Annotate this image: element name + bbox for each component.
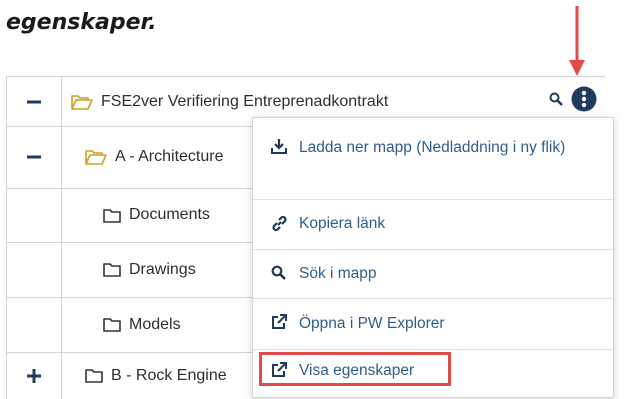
search-icon: [271, 265, 286, 285]
row-control-empty: [7, 242, 62, 297]
menu-item-copy-link[interactable]: Kopiera länk: [253, 199, 613, 250]
collapse-button[interactable]: [7, 126, 62, 188]
menu-item-show-properties[interactable]: Visa egenskaper: [253, 349, 613, 397]
external-link-icon: [271, 314, 287, 335]
tree-node-label: Documents: [129, 206, 210, 223]
menu-item-download-folder[interactable]: Ladda ner mapp (Nedladdning i ny flik): [253, 118, 613, 200]
menu-item-label: Sök i mapp: [299, 265, 377, 282]
row-control-empty: [7, 297, 62, 352]
expand-button[interactable]: [7, 352, 62, 399]
red-arrow-annotation: [569, 6, 585, 76]
minus-icon: [27, 155, 41, 159]
tree-node-label: FSE2ver Verifiering Entreprenadkontrakt: [101, 92, 389, 110]
folder-icon: [103, 208, 121, 223]
menu-item-label: Öppna i PW Explorer: [299, 315, 445, 332]
tree-node[interactable]: Documents: [103, 188, 210, 242]
menu-item-label: Ladda ner mapp (Nedladdning i ny flik): [299, 139, 566, 156]
minus-icon: [27, 100, 41, 103]
tree-node-label: A - Architecture: [115, 148, 224, 165]
tree-node[interactable]: A - Architecture: [85, 126, 224, 188]
menu-item-open-pw-explorer[interactable]: Öppna i PW Explorer: [253, 298, 613, 350]
menu-item-label: Kopiera länk: [299, 215, 386, 232]
tree-node-label: Models: [129, 315, 181, 333]
folder-open-icon: [85, 149, 107, 165]
tree-node-label: B - Rock Engine: [111, 366, 227, 384]
search-icon[interactable]: [549, 92, 563, 111]
link-icon: [271, 215, 288, 237]
menu-item-search-folder[interactable]: Sök i mapp: [253, 249, 613, 299]
folder-open-icon: [71, 94, 93, 110]
folder-icon: [103, 262, 121, 277]
tree-node[interactable]: Models: [103, 297, 181, 352]
tree-node-label: Drawings: [129, 260, 196, 278]
more-info-icon[interactable]: [571, 86, 597, 117]
row-control-empty: [7, 188, 62, 242]
folder-context-menu: Ladda ner mapp (Nedladdning i ny flik) K…: [252, 117, 614, 398]
collapse-button[interactable]: [7, 77, 62, 126]
menu-item-label: Visa egenskaper: [299, 362, 415, 379]
folder-icon: [85, 368, 103, 383]
plus-icon: [27, 368, 41, 383]
folder-icon: [103, 317, 121, 332]
external-link-icon: [271, 362, 287, 383]
tree-node[interactable]: Drawings: [103, 242, 196, 297]
document-caption: egenskaper.: [6, 10, 157, 35]
tree-node[interactable]: B - Rock Engine: [85, 352, 227, 399]
